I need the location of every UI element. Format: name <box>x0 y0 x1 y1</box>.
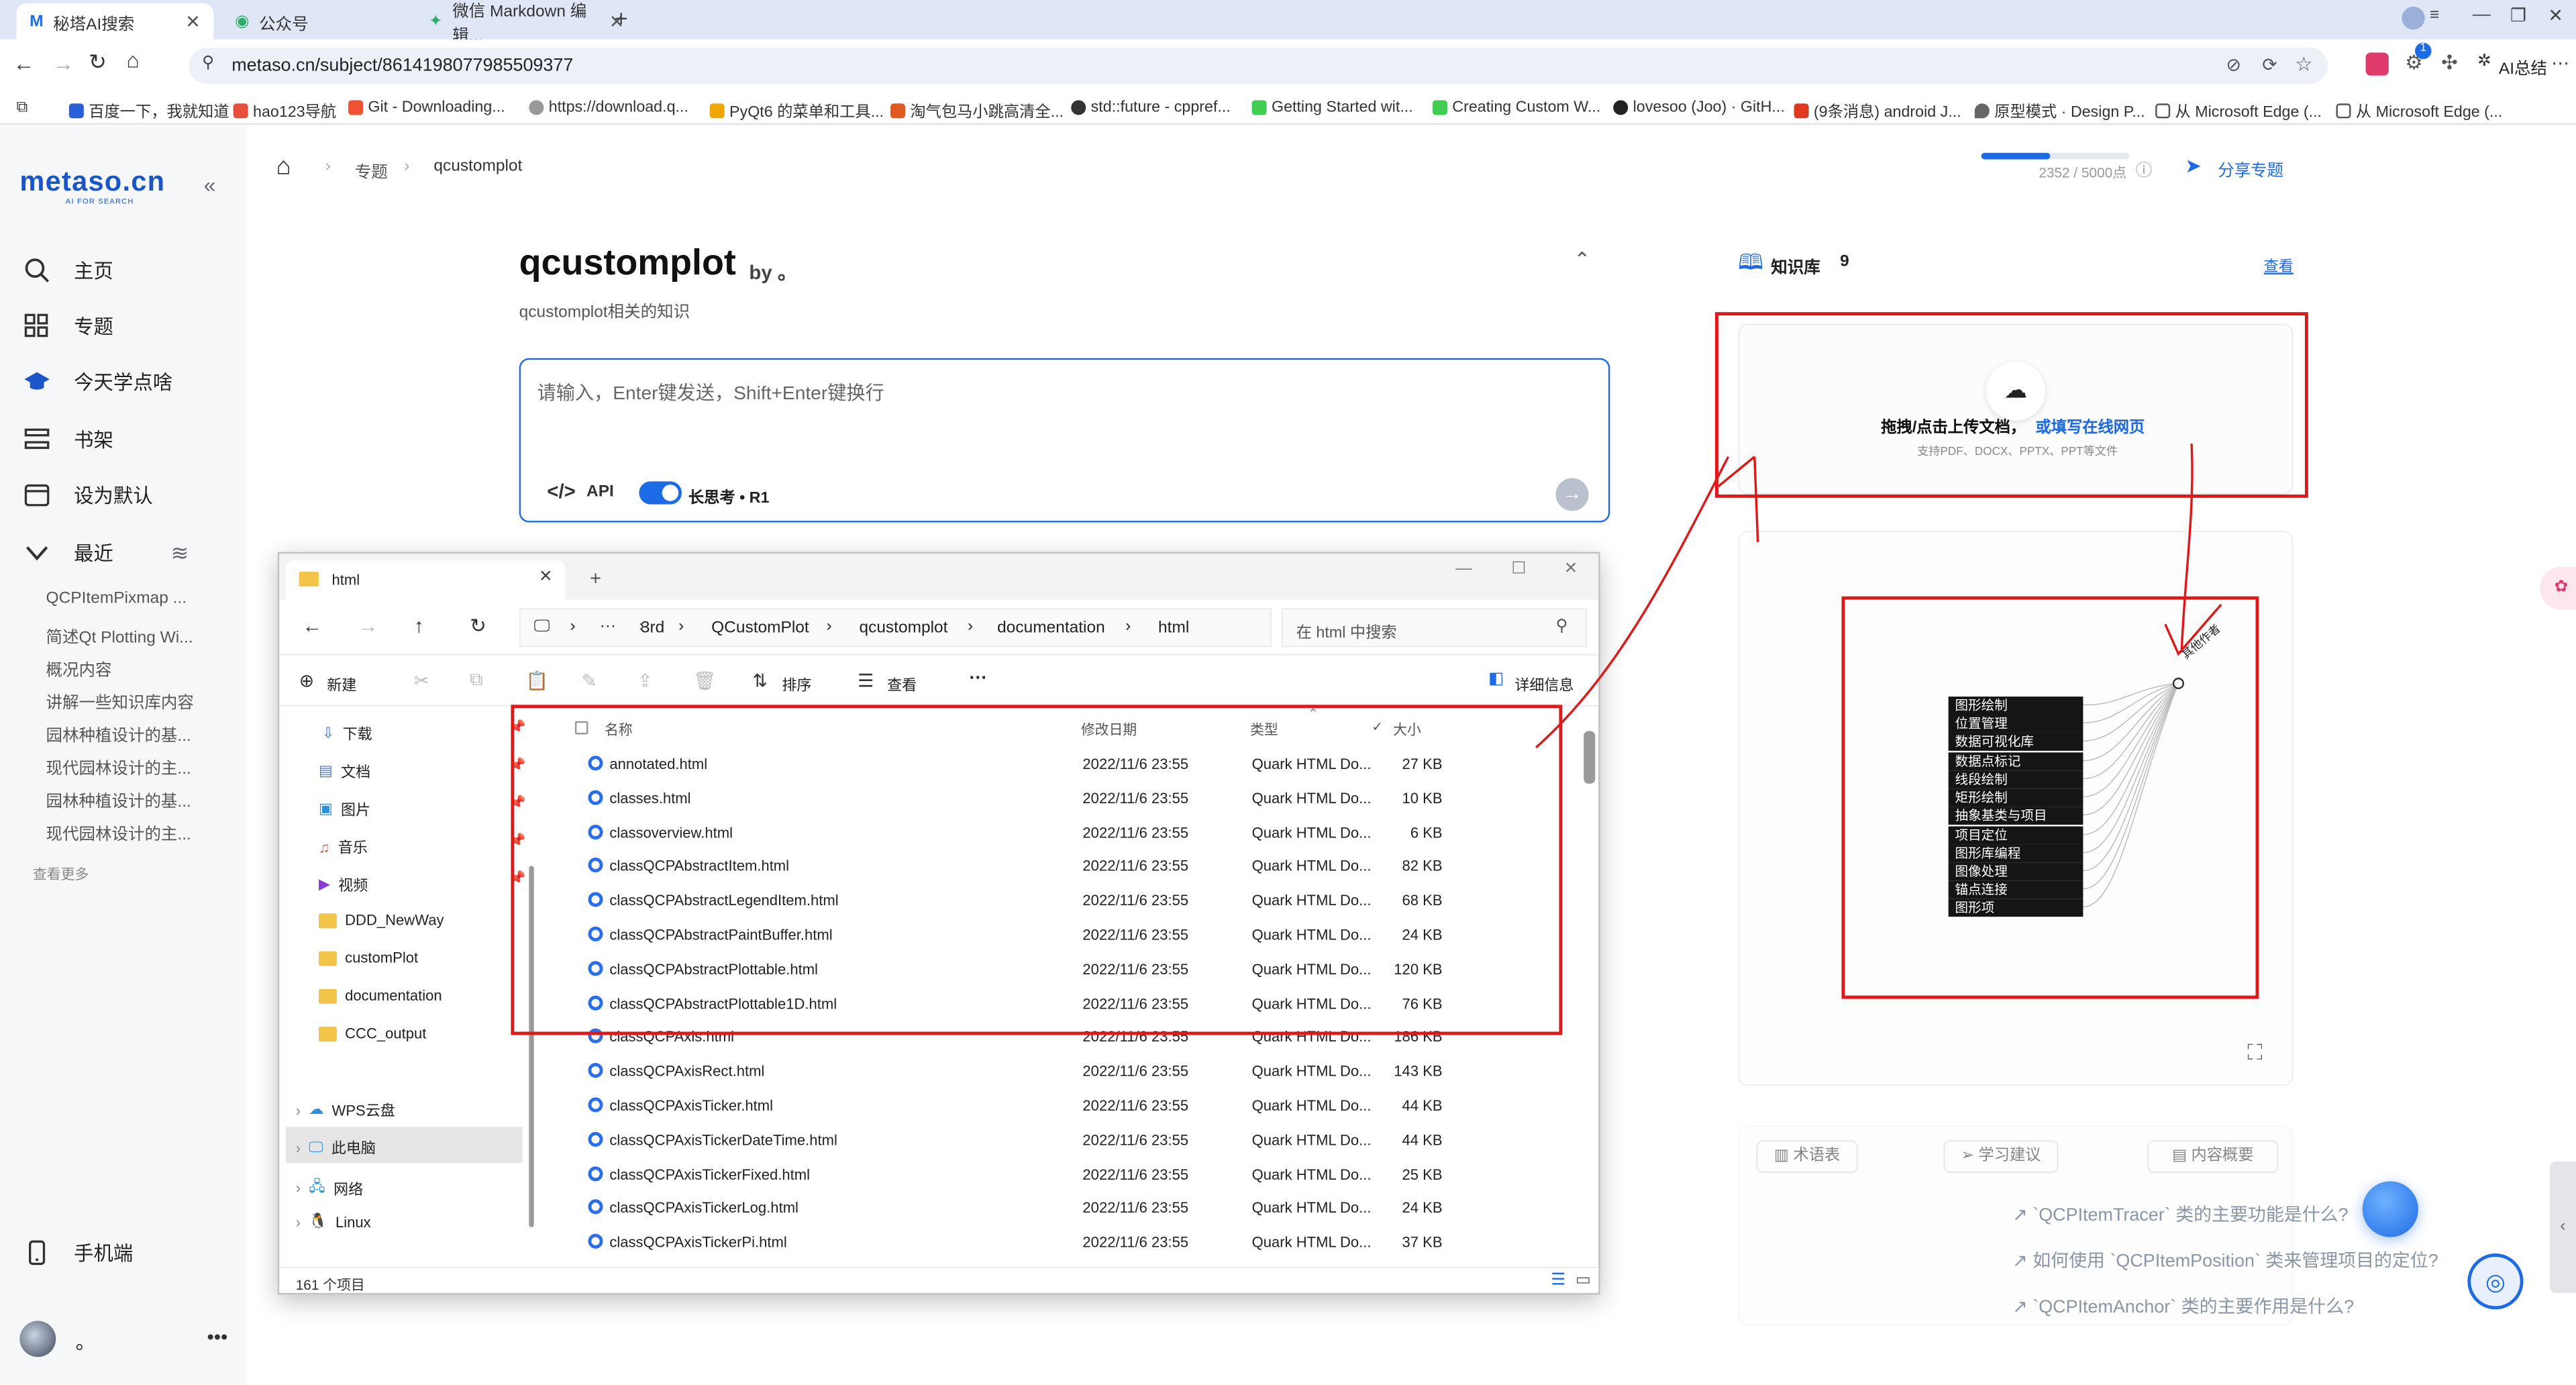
annotation-arrows <box>1535 443 2222 749</box>
